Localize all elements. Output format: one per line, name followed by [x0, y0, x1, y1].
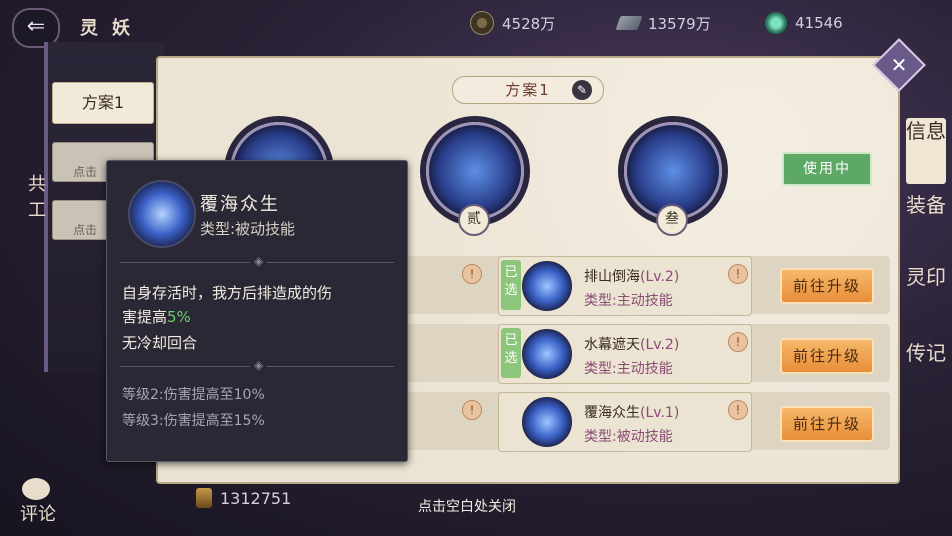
skill-type: 类型:被动技能: [584, 429, 673, 445]
upgrade-button[interactable]: 前往升级: [780, 338, 874, 374]
orb-number-2: 贰: [458, 204, 490, 236]
tooltip-level-3: 等级3:伤害提高至15%: [122, 413, 265, 429]
water-shield-skill-icon: [128, 180, 196, 248]
coin-icon: [470, 11, 494, 35]
tab-biography[interactable]: 传记: [906, 340, 946, 366]
slot-label: 点击: [73, 165, 98, 179]
warning-icon[interactable]: !: [462, 264, 482, 284]
side-text: 工: [28, 200, 46, 221]
water-curtain-skill-icon: [522, 329, 572, 379]
tooltip-cooldown: 无冷却回合: [122, 334, 198, 352]
upgrade-button[interactable]: 前往升级: [780, 268, 874, 304]
jade-value: 41546: [795, 14, 843, 32]
coin-value: 4528万: [502, 14, 556, 33]
tooltip-level-2: 等级2:伤害提高至10%: [122, 387, 265, 403]
side-text: 共: [28, 174, 46, 195]
resource-jade[interactable]: 41546: [765, 10, 843, 36]
upgrade-button[interactable]: 前往升级: [780, 406, 874, 442]
in-use-badge: 使用中: [782, 152, 872, 186]
skill-type: 类型:主动技能: [584, 361, 673, 377]
close-hint: 点击空白处关闭: [418, 499, 516, 515]
back-arrow-icon: ⇐: [26, 14, 46, 39]
selected-tag: 已选: [501, 328, 521, 378]
selected-tag: 已选: [501, 260, 521, 310]
water-shield-skill-icon: [522, 397, 572, 447]
tab-equipment[interactable]: 装备: [906, 192, 946, 218]
page-title: 灵妖: [80, 18, 144, 39]
slot-label: 点击: [73, 223, 98, 237]
skill-type: 类型:主动技能: [584, 293, 673, 309]
tooltip-skill-type: 类型:被动技能: [200, 220, 296, 238]
tooltip-skill-name: 覆海众生: [200, 194, 280, 215]
tooltip-description: 自身存活时，我方后排造成的伤: [122, 284, 333, 302]
resource-feather[interactable]: 13579万: [615, 10, 711, 36]
warning-icon[interactable]: !: [728, 400, 748, 420]
gem-icon: [196, 488, 212, 508]
pencil-icon: ✎: [576, 83, 588, 97]
currency-value: 1312751: [220, 488, 292, 508]
comment-icon[interactable]: [22, 478, 50, 500]
warning-icon[interactable]: !: [728, 332, 748, 352]
close-icon: ✕: [890, 53, 908, 77]
tab-spirit-seal[interactable]: 灵印: [906, 264, 946, 290]
tab-info[interactable]: 信息: [906, 118, 946, 184]
comment-button[interactable]: 评论: [20, 500, 56, 526]
plan-tab-1[interactable]: 方案1: [52, 82, 154, 124]
feather-value: 13579万: [648, 14, 711, 33]
warning-icon[interactable]: !: [462, 400, 482, 420]
skill-name: 排山倒海(Lv.2): [584, 269, 680, 285]
skill-name: 覆海众生(Lv.1): [584, 405, 680, 421]
wave-skill-icon: [522, 261, 572, 311]
orb-number-3: 叁: [656, 204, 688, 236]
resource-coin[interactable]: 4528万: [470, 10, 555, 36]
feather-icon: [615, 16, 643, 30]
divider: [120, 358, 394, 372]
jade-icon: [765, 12, 787, 34]
divider: [120, 254, 394, 268]
bottom-currency: 1312751: [196, 488, 291, 508]
edit-plan-button[interactable]: ✎: [572, 80, 592, 100]
tooltip-description: 害提高5%: [122, 308, 191, 326]
warning-icon[interactable]: !: [728, 264, 748, 284]
skill-name: 水幕遮天(Lv.2): [584, 337, 680, 353]
